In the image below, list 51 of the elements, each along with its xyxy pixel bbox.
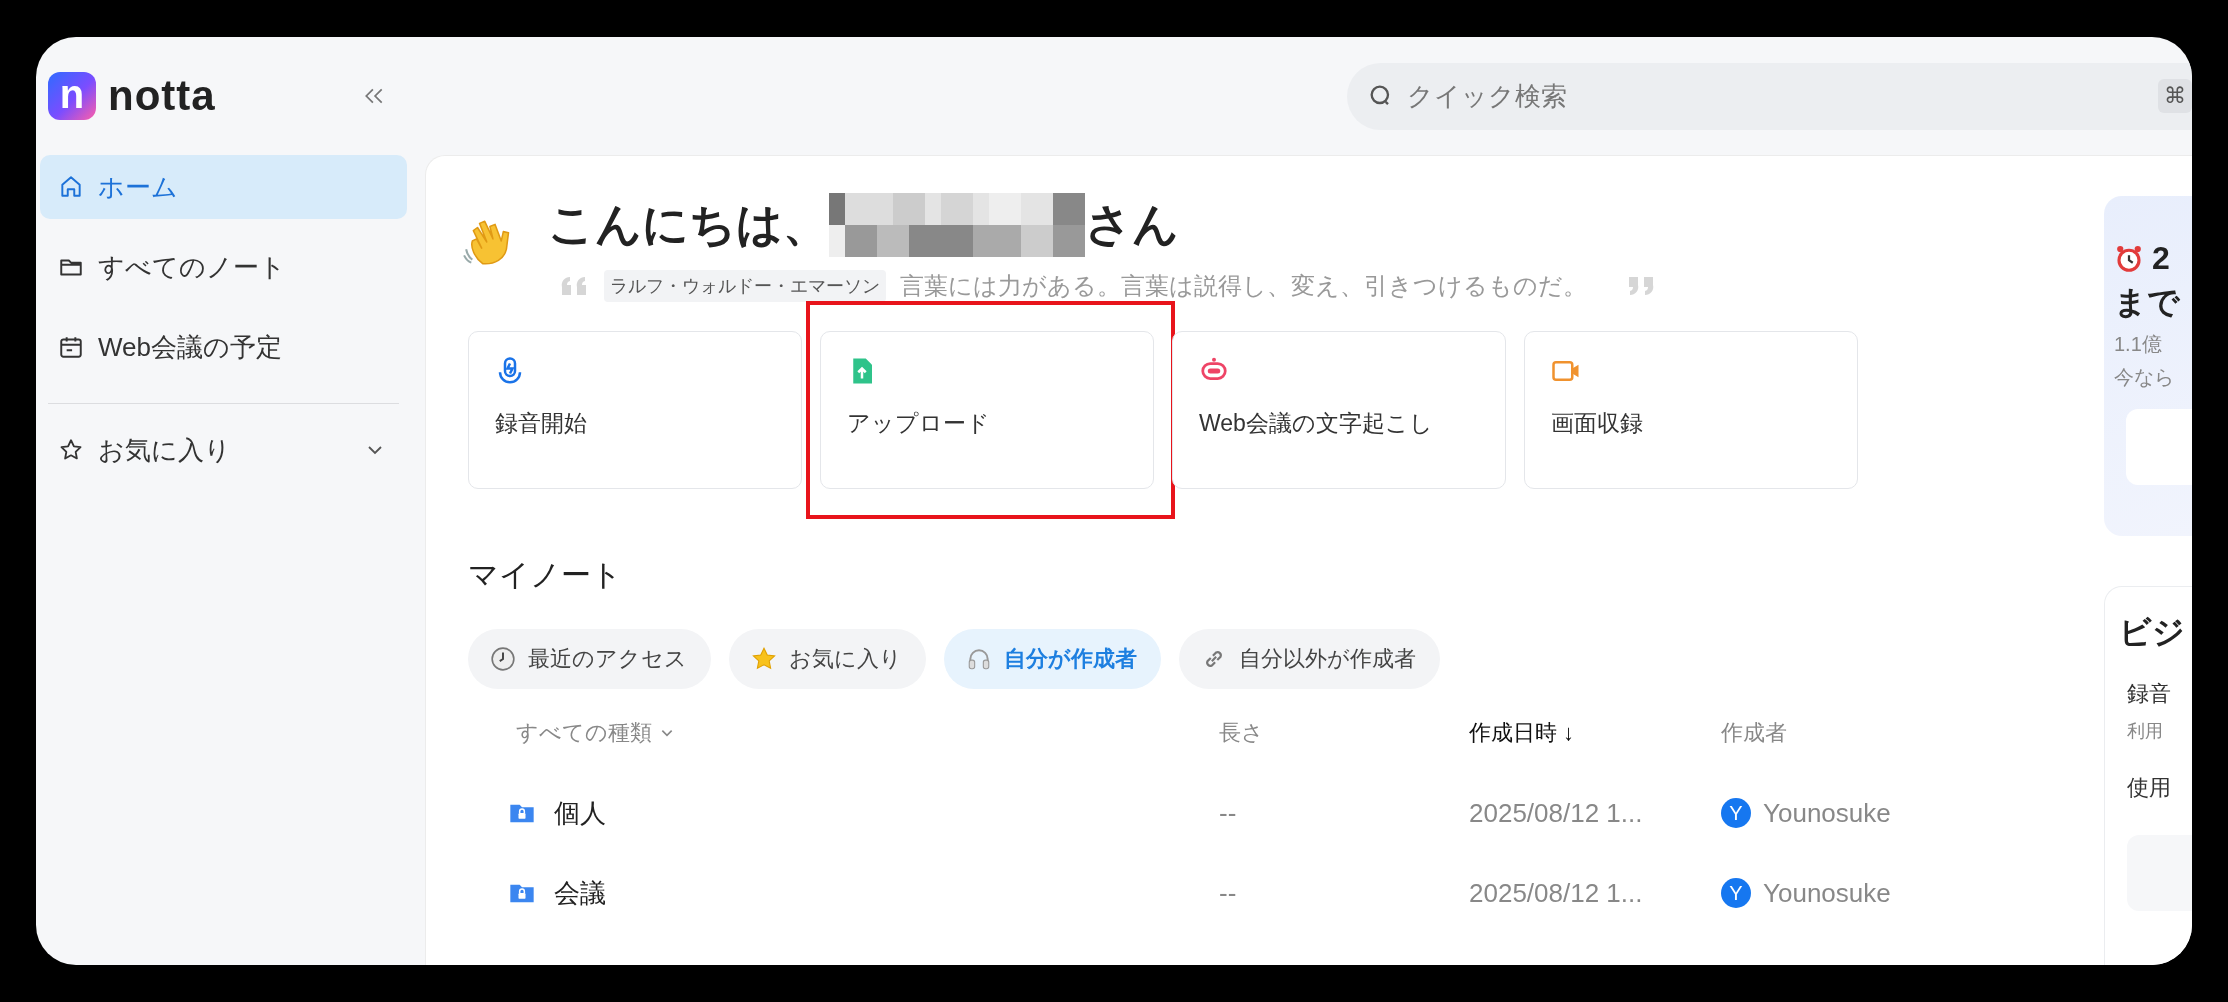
- logo-text: notta: [108, 72, 216, 120]
- plan-heading: 使用: [2127, 774, 2172, 802]
- promo-title: 2: [2152, 240, 2170, 277]
- clock-icon: [490, 646, 516, 672]
- action-card[interactable]: Web会議の文字起こし: [1172, 331, 1506, 489]
- filter-chip[interactable]: 最近のアクセス: [468, 629, 711, 689]
- collapse-icon[interactable]: [363, 87, 385, 105]
- promo-title: まで: [2114, 283, 2181, 322]
- creator-name: Younosuke: [1763, 797, 1891, 829]
- column-header: 作成者: [1721, 719, 1787, 747]
- star-icon: [751, 646, 777, 672]
- action-card[interactable]: アップロード: [820, 331, 1154, 489]
- note-name[interactable]: 会議: [554, 875, 606, 911]
- section-title: マイノート: [468, 557, 623, 593]
- table-cell-text: --: [1219, 877, 1238, 909]
- headphones-icon: [966, 646, 992, 672]
- sidebar-item[interactable]: ホーム: [40, 155, 407, 219]
- avatar: Y: [1721, 878, 1751, 908]
- plan-heading: 録音: [2127, 680, 2172, 708]
- calendar-icon: [58, 334, 84, 360]
- column-header: 長さ: [1219, 719, 1264, 747]
- action-card[interactable]: 録音開始: [468, 331, 802, 489]
- column-header: 作成日時 ↓: [1469, 719, 1575, 747]
- table-cell-text: --: [1219, 797, 1238, 829]
- search-input[interactable]: クイック検索: [1405, 79, 2148, 113]
- search-field[interactable]: クイック検索 ⌘: [1347, 62, 2192, 130]
- greeting-text: こんにちは、: [548, 197, 829, 252]
- creator-name: Younosuke: [1763, 877, 1891, 909]
- plan-title: ビジ: [2119, 613, 2186, 652]
- logo-mark: n: [48, 72, 96, 120]
- filter-chip[interactable]: お気に入り: [729, 629, 926, 689]
- filter-chip[interactable]: 自分が作成者: [944, 629, 1161, 689]
- quote-author: ラルフ・ウォルドー・エマーソン: [604, 270, 886, 302]
- filter-chip[interactable]: 自分以外が作成者: [1179, 629, 1440, 689]
- promo-text: 今なら: [2114, 365, 2175, 390]
- home-icon: [58, 174, 84, 200]
- plan-note: 利用: [2127, 720, 2164, 743]
- table-cell-text: 2025/08/12 1...: [1469, 797, 1644, 829]
- greeting-suffix: さん: [1085, 197, 1179, 252]
- table-cell-text: 2025/08/12 1...: [1469, 877, 1644, 909]
- shortcut-key: ⌘: [2158, 79, 2192, 113]
- favorites-item[interactable]: お気に入り: [40, 418, 407, 482]
- column-header[interactable]: すべての種類: [516, 718, 674, 748]
- promo-text: 1.1億: [2114, 332, 2163, 357]
- note-name[interactable]: 個人: [554, 795, 606, 831]
- sidebar-item[interactable]: Web会議の予定: [40, 315, 407, 379]
- alarm-clock-icon: [2114, 243, 2144, 274]
- action-card[interactable]: 画面収録: [1524, 331, 1858, 489]
- avatar: Y: [1721, 798, 1751, 828]
- quote-text: 言葉には力がある。言葉は説得し、変え、引きつけるものだ。: [900, 271, 1587, 301]
- sidebar-item[interactable]: すべてのノート: [40, 235, 407, 299]
